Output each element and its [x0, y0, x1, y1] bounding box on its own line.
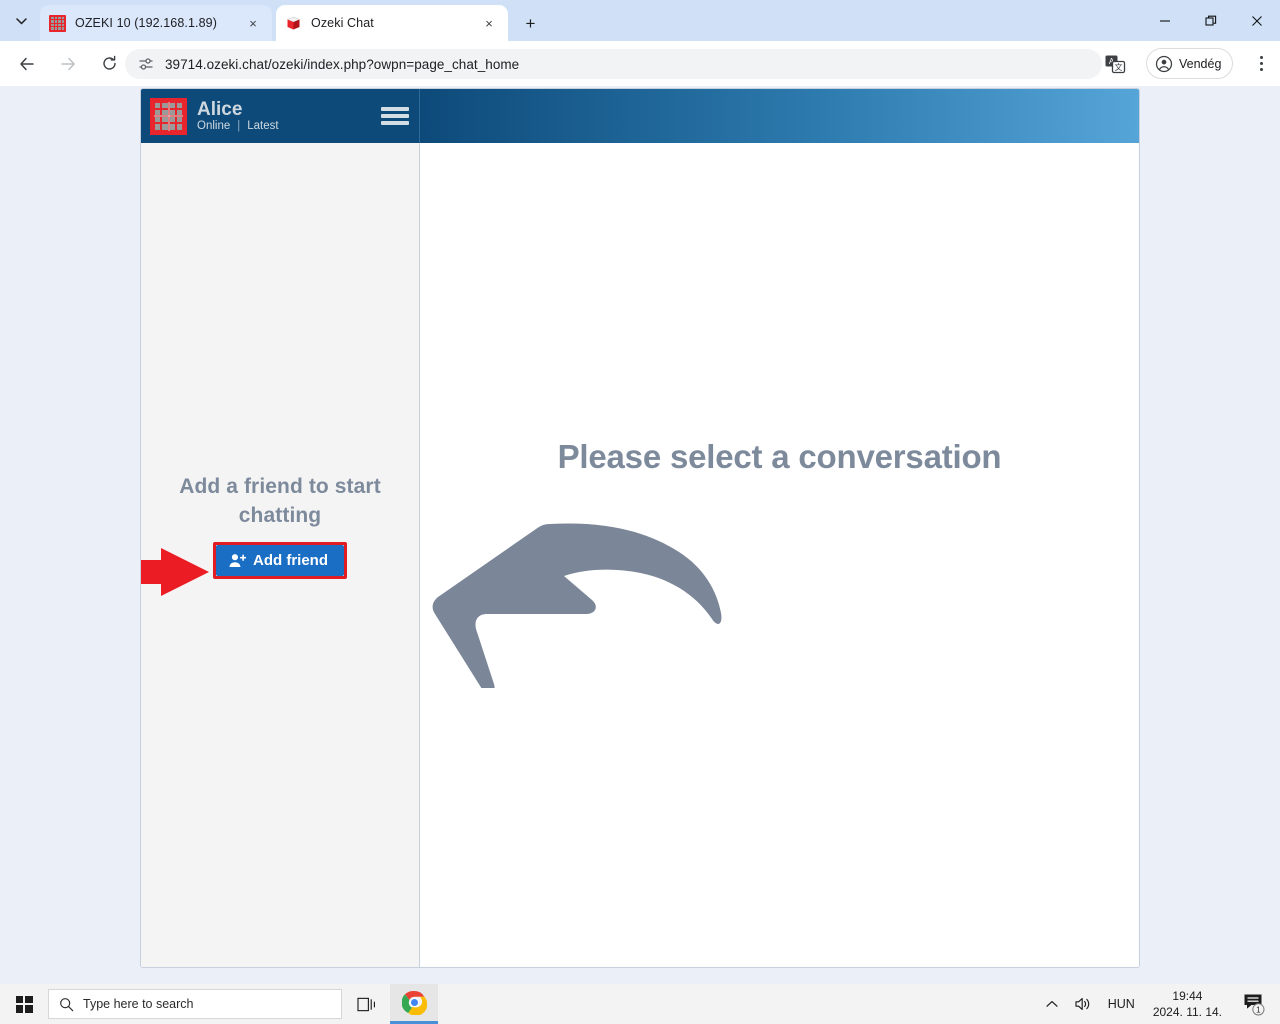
app-body: Add a friend to start chatting Add frien… [141, 143, 1139, 967]
window-controls [1142, 0, 1280, 41]
conversation-sidebar: Add a friend to start chatting Add frien… [141, 143, 420, 967]
show-hidden-icons-button[interactable] [1038, 984, 1066, 1024]
main-empty-state: Please select a conversation [420, 438, 1139, 476]
back-button[interactable] [11, 48, 43, 80]
minimize-icon [1160, 19, 1170, 22]
close-icon[interactable]: × [243, 13, 263, 33]
main-empty-title: Please select a conversation [557, 438, 1002, 475]
hamburger-bar [381, 107, 409, 111]
search-icon [60, 997, 74, 1011]
speaker-icon [1075, 998, 1089, 1010]
start-button[interactable] [0, 984, 48, 1024]
reload-icon [102, 55, 116, 70]
tab-title: OZEKI 10 (192.168.1.89) [75, 16, 217, 30]
task-view-button[interactable] [342, 984, 390, 1024]
tune-icon[interactable] [137, 55, 155, 73]
language-indicator[interactable]: HUN [1100, 984, 1143, 1024]
taskbar-chrome-button[interactable] [390, 984, 438, 1024]
cube-icon [286, 16, 301, 29]
conversation-header-bar [420, 89, 1139, 143]
windows-start-icon [15, 995, 33, 1013]
ozeki-cube-icon [285, 15, 302, 32]
forward-button[interactable] [52, 48, 84, 80]
chevron-up-icon [1046, 1001, 1058, 1007]
tab-search-chevron-icon[interactable] [8, 8, 34, 34]
close-window-button[interactable] [1234, 0, 1280, 41]
browser-window: OZEKI 10 (192.168.1.89) × Ozeki Chat × + [0, 0, 1280, 984]
tab-title: Ozeki Chat [311, 16, 374, 30]
new-tab-button[interactable]: + [518, 11, 543, 36]
chevron-down-icon [15, 17, 27, 25]
profile-info: Alice Online | Latest [197, 98, 279, 132]
filter-latest[interactable]: Latest [247, 120, 278, 132]
ozeki-grid-icon [49, 14, 66, 32]
tab-strip: OZEKI 10 (192.168.1.89) × Ozeki Chat × + [0, 0, 1280, 41]
red-arrow-right-annotation [141, 547, 209, 596]
notification-icon: 1 [1244, 994, 1265, 1016]
notification-center-button[interactable]: 1 [1232, 984, 1276, 1024]
person-add-icon [229, 553, 246, 567]
windows-taskbar: Type here to search HUN 19:44 2024. 11. … [0, 984, 1280, 1024]
add-friend-highlight: Add friend [141, 541, 347, 596]
account-circle-icon [1155, 55, 1173, 72]
profile-label: Vendég [1179, 56, 1222, 71]
profile-button[interactable]: Vendég [1146, 48, 1234, 79]
browser-tab-ozeki-chat[interactable]: Ozeki Chat × [276, 5, 508, 41]
search-placeholder: Type here to search [83, 997, 194, 1011]
ozeki-chat-app: Alice Online | Latest Add a friend to st… [140, 88, 1140, 968]
volume-button[interactable] [1066, 984, 1100, 1024]
site-settings-icon [139, 58, 153, 70]
app-topbar: Alice Online | Latest [141, 89, 1139, 143]
browser-menu-button[interactable] [1249, 51, 1273, 75]
close-icon[interactable]: × [479, 13, 499, 33]
arrow-right-icon [61, 57, 75, 70]
hamburger-menu-icon[interactable] [381, 105, 409, 127]
add-friend-button[interactable]: Add friend [216, 544, 344, 576]
kebab-dot [1259, 55, 1263, 59]
clock[interactable]: 19:44 2024. 11. 14. [1143, 988, 1232, 1020]
language-label: HUN [1107, 997, 1135, 1011]
conversation-main-pane: Please select a conversation [420, 143, 1139, 967]
chrome-icon [401, 990, 427, 1015]
sidebar-empty-title: Add a friend to start chatting [179, 475, 381, 527]
translate-glyph-icon: A 文 [1105, 55, 1126, 74]
curved-arrow-left-icon [432, 523, 722, 688]
status-text: Online [197, 120, 231, 133]
page-viewport: Alice Online | Latest Add a friend to st… [0, 86, 1280, 984]
system-tray: HUN 19:44 2024. 11. 14. 1 [1038, 984, 1280, 1024]
task-view-icon [356, 997, 375, 1011]
kebab-dot [1259, 67, 1263, 71]
reload-button[interactable] [93, 48, 125, 80]
restore-icon [1205, 15, 1217, 26]
translate-icon[interactable]: A 文 [1104, 53, 1126, 75]
add-friend-label: Add friend [253, 551, 328, 569]
ozeki-grid-avatar[interactable] [150, 97, 187, 135]
minimize-button[interactable] [1142, 0, 1188, 41]
notification-count-text: 1 [1256, 1006, 1261, 1015]
clock-date: 2024. 11. 14. [1152, 1005, 1222, 1019]
profile-status-row: Online | Latest [197, 120, 279, 132]
svg-text:文: 文 [1115, 62, 1123, 72]
profile-name: Alice [197, 98, 243, 120]
browser-tab-ozeki10[interactable]: OZEKI 10 (192.168.1.89) × [40, 5, 272, 41]
hamburger-bar [381, 121, 409, 125]
taskbar-search-box[interactable]: Type here to search [48, 989, 342, 1019]
url-text: 39714.ozeki.chat/ozeki/index.php?owpn=pa… [165, 56, 520, 72]
close-icon [1252, 15, 1262, 26]
separator: | [237, 120, 241, 133]
profile-header: Alice Online | Latest [141, 89, 420, 143]
address-bar[interactable]: 39714.ozeki.chat/ozeki/index.php?owpn=pa… [125, 49, 1102, 79]
sidebar-empty-state: Add a friend to start chatting Add frien… [141, 473, 419, 596]
maximize-button[interactable] [1188, 0, 1234, 41]
kebab-dot [1259, 61, 1263, 65]
hamburger-bar [381, 114, 409, 118]
clock-time: 19:44 [1172, 988, 1203, 1003]
arrow-left-icon [20, 57, 34, 70]
